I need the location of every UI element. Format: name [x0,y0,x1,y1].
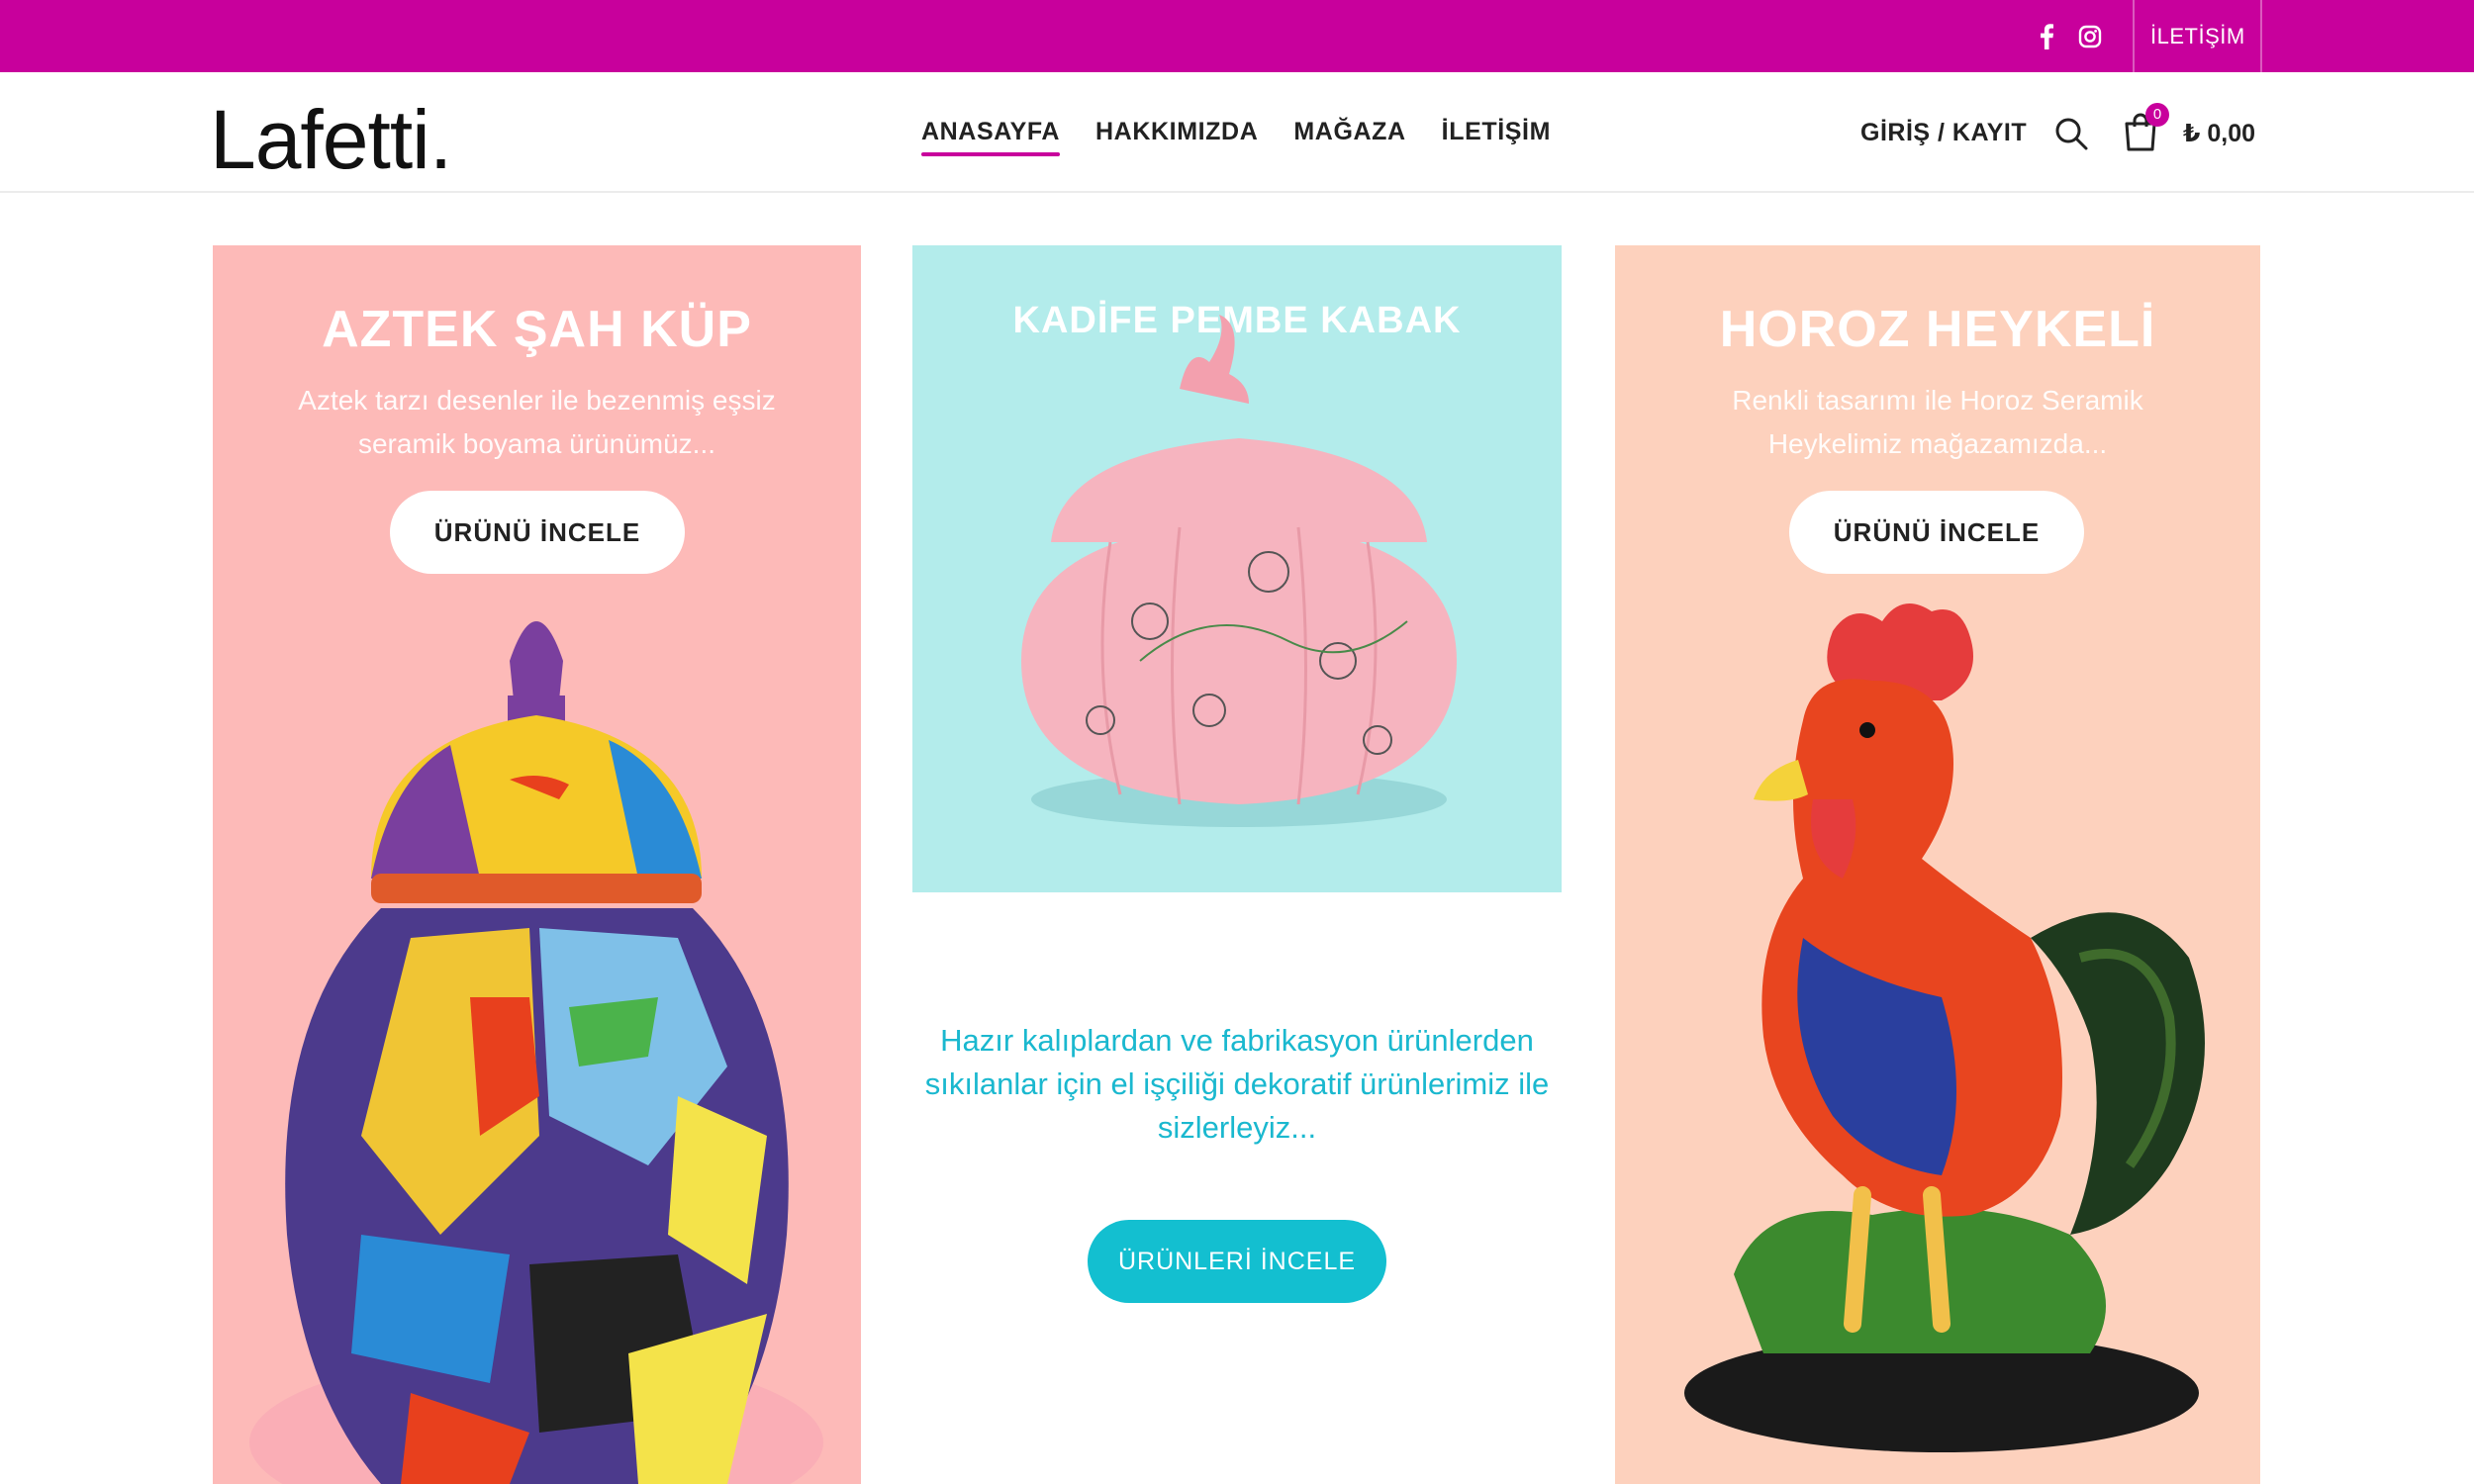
nav-item-home[interactable]: ANASAYFA [921,118,1061,156]
view-product-button[interactable]: ÜRÜNÜ İNCELE [390,491,685,574]
card-title: HOROZ HEYKELİ [1719,301,2156,358]
nav-item-about[interactable]: HAKKIMIZDA [1095,118,1258,156]
topbar-divider [2133,0,2135,72]
facebook-icon[interactable] [2039,0,2054,72]
topbar-divider [2260,0,2262,72]
search-icon[interactable] [2053,116,2089,151]
card-title: KADİFE PEMBE KABAK [1012,300,1462,341]
main-nav: ANASAYFA HAKKIMIZDA MAĞAZA İLETİŞİM [921,118,1551,156]
nav-item-shop[interactable]: MAĞAZA [1293,118,1405,156]
site-logo[interactable]: Lafetti. [210,92,452,188]
product-card-pumpkin[interactable]: KADİFE PEMBE KABAK [912,245,1562,892]
nav-item-contact[interactable]: İLETİŞİM [1442,118,1551,156]
topbar-contact-link[interactable]: İLETİŞİM [2150,0,2245,72]
promo-text: Hazır kalıplardan ve fabrikasyon ürünler… [924,1023,1550,1145]
cart-total[interactable]: ₺ 0,00 [2183,119,2255,148]
login-register-link[interactable]: GİRİŞ / KAYIT [1860,119,2027,147]
instagram-icon[interactable] [2078,0,2102,72]
card-title: AZTEK ŞAH KÜP [322,301,752,358]
card-description: Aztek tarzı desenler ile bezenmiş eşsiz … [298,385,776,459]
product-card-rooster[interactable]: HOROZ HEYKELİ Renkli tasarımı ile Horoz … [1615,245,2260,1484]
view-products-button[interactable]: ÜRÜNLERİ İNCELE [1088,1220,1386,1303]
view-product-button[interactable]: ÜRÜNÜ İNCELE [1789,491,2084,574]
top-bar: İLETİŞİM [0,0,2474,72]
card-description: Renkli tasarımı ile Horoz Seramik Heykel… [1732,385,2143,459]
product-card-aztek[interactable]: AZTEK ŞAH KÜP Aztek tarzı desenler ile b… [213,245,861,1484]
cart-count-badge: 0 [2145,103,2169,127]
pink-pumpkin-jar-image [1021,315,1457,827]
site-header: Lafetti. ANASAYFA HAKKIMIZDA MAĞAZA İLET… [0,72,2474,193]
